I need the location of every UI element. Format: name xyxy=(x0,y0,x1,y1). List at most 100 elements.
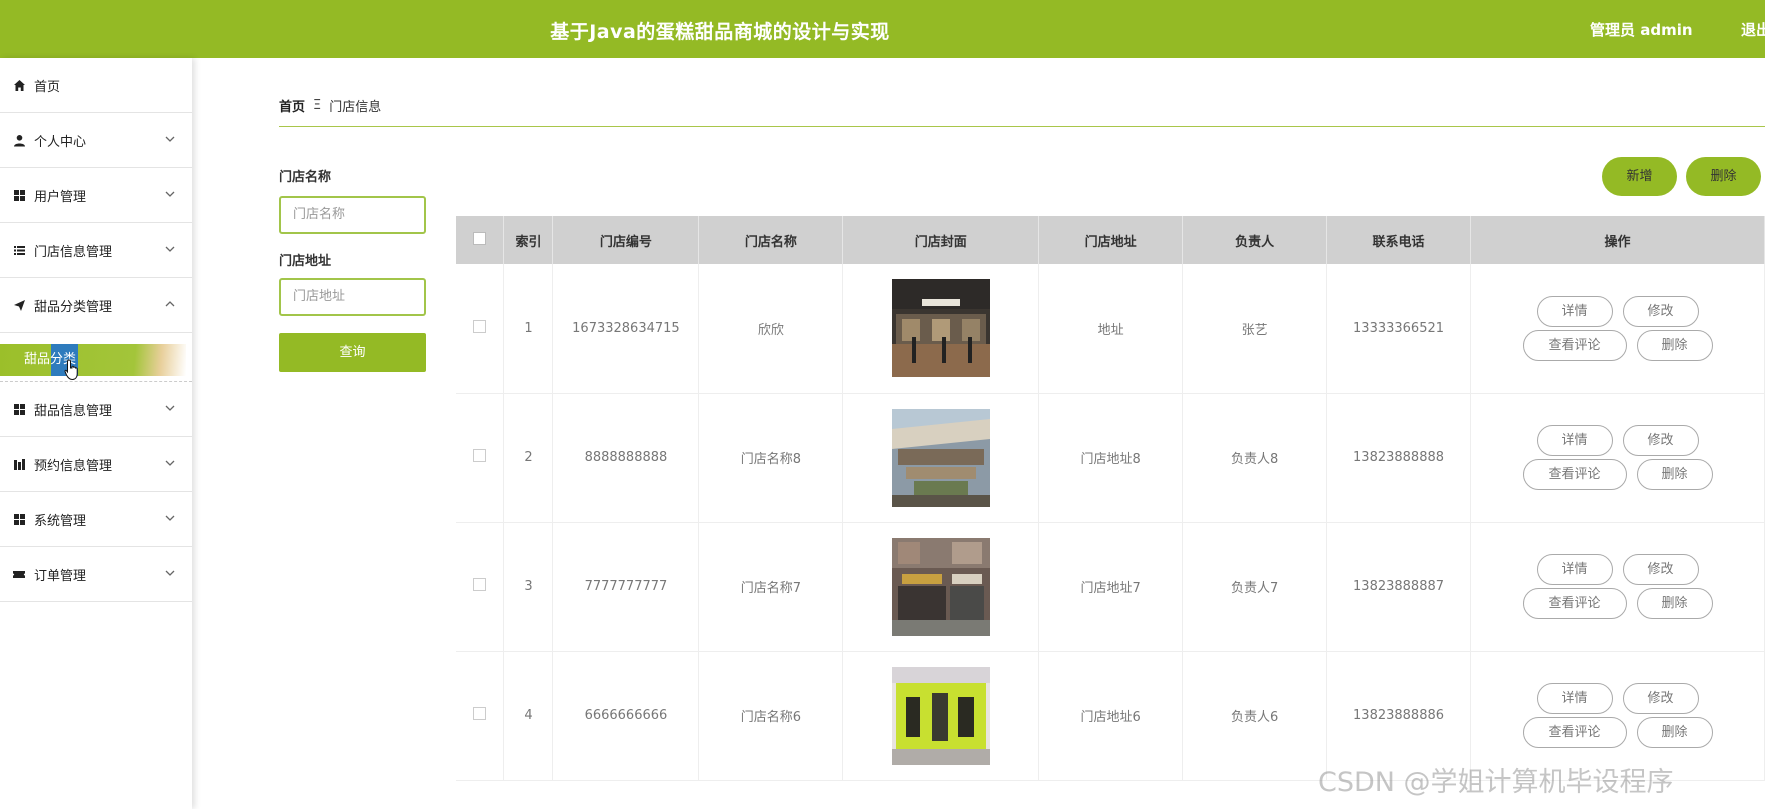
sidebar-item-label: 订单管理 xyxy=(34,568,87,584)
row-select-cell xyxy=(456,393,505,523)
sidebar-item-user-management[interactable]: 用户管理 xyxy=(0,168,192,223)
column-header: 门店名称 xyxy=(698,216,844,264)
chart-icon xyxy=(12,457,26,471)
delete-button[interactable]: 删除 xyxy=(1636,717,1713,748)
cell-actions: 详情 修改 查看评论 删除 xyxy=(1470,264,1765,394)
row-checkbox[interactable] xyxy=(473,578,487,591)
store-name-label: 门店名称 xyxy=(279,170,332,185)
list-icon xyxy=(12,243,26,257)
chevron-down-icon xyxy=(164,512,176,524)
chevron-up-icon xyxy=(164,298,176,310)
column-header: 门店地址 xyxy=(1038,216,1184,264)
column-header: 门店编号 xyxy=(552,216,700,264)
chevron-down-icon xyxy=(164,243,176,255)
edit-button[interactable]: 修改 xyxy=(1622,683,1699,714)
detail-button[interactable]: 详情 xyxy=(1536,554,1613,585)
table-header-row: 索引 门店编号 门店名称 门店封面 门店地址 负责人 联系电话 操作 xyxy=(456,216,1765,264)
query-button[interactable]: 查询 xyxy=(279,333,426,372)
store-table: 索引 门店编号 门店名称 门店封面 门店地址 负责人 联系电话 操作 1 167… xyxy=(456,216,1765,781)
store-cover-image[interactable] xyxy=(891,537,990,636)
sidebar-item-label: 系统管理 xyxy=(34,513,87,529)
view-comments-button[interactable]: 查看评论 xyxy=(1522,459,1627,490)
sidebar-subitem-dessert-category[interactable]: 甜品分类 xyxy=(0,344,186,376)
cell-actions: 详情 修改 查看评论 删除 xyxy=(1470,393,1765,523)
breadcrumb-current: 门店信息 xyxy=(329,100,382,115)
delete-button[interactable]: 删除 xyxy=(1636,459,1713,490)
sidebar: 首页 个人中心 用户管理 门店信息管理 甜品分类管理 甜品分类 甜品信息管理 预… xyxy=(0,58,192,809)
grid-icon xyxy=(12,512,26,526)
cell-phone: 13823888887 xyxy=(1326,522,1471,652)
sidebar-item-home[interactable]: 首页 xyxy=(0,58,192,113)
row-select-cell xyxy=(456,522,505,652)
cell-phone: 13333366521 xyxy=(1326,264,1471,394)
cell-index: 3 xyxy=(503,522,554,652)
cell-index: 1 xyxy=(503,264,554,394)
view-comments-button[interactable]: 查看评论 xyxy=(1522,329,1627,361)
column-header: 索引 xyxy=(503,216,554,264)
hand-cursor-icon xyxy=(64,359,80,385)
view-comments-button[interactable]: 查看评论 xyxy=(1522,717,1627,748)
cell-index: 2 xyxy=(503,393,554,523)
table-row: 1 1673328634715 欣欣 地址 张艺 13333366521 详情 … xyxy=(456,264,1765,394)
ticket-icon xyxy=(12,567,26,581)
sidebar-item-personal-center[interactable]: 个人中心 xyxy=(0,113,192,168)
edit-button[interactable]: 修改 xyxy=(1622,554,1699,585)
header-select-all[interactable] xyxy=(456,216,505,264)
chevron-down-icon xyxy=(164,457,176,469)
grid-icon xyxy=(12,402,26,416)
edit-button[interactable]: 修改 xyxy=(1622,425,1699,456)
sidebar-item-dessert-info-management[interactable]: 甜品信息管理 xyxy=(0,382,192,437)
cell-manager: 负责人6 xyxy=(1182,651,1328,781)
store-cover-image[interactable] xyxy=(891,408,990,507)
logout-link[interactable]: 退出 xyxy=(1741,19,1765,40)
delete-button[interactable]: 删除 xyxy=(1636,329,1713,361)
cell-cover xyxy=(842,264,1040,394)
column-header: 联系电话 xyxy=(1326,216,1471,264)
cell-manager: 负责人7 xyxy=(1182,522,1328,652)
row-checkbox[interactable] xyxy=(473,449,487,462)
detail-button[interactable]: 详情 xyxy=(1536,425,1613,456)
store-address-input[interactable]: 门店地址 xyxy=(279,278,426,316)
row-checkbox[interactable] xyxy=(473,319,487,333)
cell-code: 7777777777 xyxy=(552,522,700,652)
column-header: 门店封面 xyxy=(842,216,1040,264)
store-address-label: 门店地址 xyxy=(279,254,332,269)
view-comments-button[interactable]: 查看评论 xyxy=(1522,588,1627,619)
store-name-input[interactable]: 门店名称 xyxy=(279,196,426,234)
sidebar-item-dessert-category-management[interactable]: 甜品分类管理 xyxy=(0,278,192,333)
cell-cover xyxy=(842,393,1040,523)
cell-cover xyxy=(842,522,1040,652)
edit-button[interactable]: 修改 xyxy=(1622,295,1699,327)
top-header: 基于Java的蛋糕甜品商城的设计与实现 管理员 admin 退出 xyxy=(0,0,1765,58)
delete-button[interactable]: 删除 xyxy=(1636,588,1713,619)
cell-manager: 张艺 xyxy=(1182,264,1328,394)
cell-actions: 详情 修改 查看评论 删除 xyxy=(1470,522,1765,652)
cell-address: 地址 xyxy=(1038,264,1184,394)
home-icon xyxy=(12,78,26,92)
store-cover-image[interactable] xyxy=(891,279,990,378)
send-icon xyxy=(12,298,26,312)
cell-manager: 负责人8 xyxy=(1182,393,1328,523)
cell-address: 门店地址6 xyxy=(1038,651,1184,781)
sidebar-item-system-management[interactable]: 系统管理 xyxy=(0,492,192,547)
cell-name: 门店名称8 xyxy=(698,393,844,523)
sidebar-item-store-management[interactable]: 门店信息管理 xyxy=(0,223,192,278)
add-button[interactable]: 新增 xyxy=(1602,157,1677,196)
cell-phone: 13823888888 xyxy=(1326,393,1471,523)
detail-button[interactable]: 详情 xyxy=(1536,295,1613,327)
chevron-down-icon xyxy=(164,133,176,145)
store-cover-image[interactable] xyxy=(891,666,990,765)
sidebar-item-booking-management[interactable]: 预约信息管理 xyxy=(0,437,192,492)
row-checkbox[interactable] xyxy=(473,707,487,720)
csdn-watermark: CSDN @学姐计算机毕设程序 xyxy=(1318,767,1674,798)
table-row: 3 7777777777 门店名称7 门店地址7 负责人7 1382388888… xyxy=(456,522,1765,652)
delete-selected-button[interactable]: 删除 xyxy=(1686,157,1761,196)
user-icon xyxy=(12,133,26,147)
sidebar-item-order-management[interactable]: 订单管理 xyxy=(0,547,192,602)
sidebar-item-label: 首页 xyxy=(34,79,61,95)
cell-cover xyxy=(842,651,1040,781)
breadcrumb-home[interactable]: 首页 xyxy=(279,96,305,115)
select-all-checkbox[interactable] xyxy=(473,231,487,245)
breadcrumb: 首页 Ξ 门店信息 xyxy=(279,96,381,115)
detail-button[interactable]: 详情 xyxy=(1536,683,1613,714)
